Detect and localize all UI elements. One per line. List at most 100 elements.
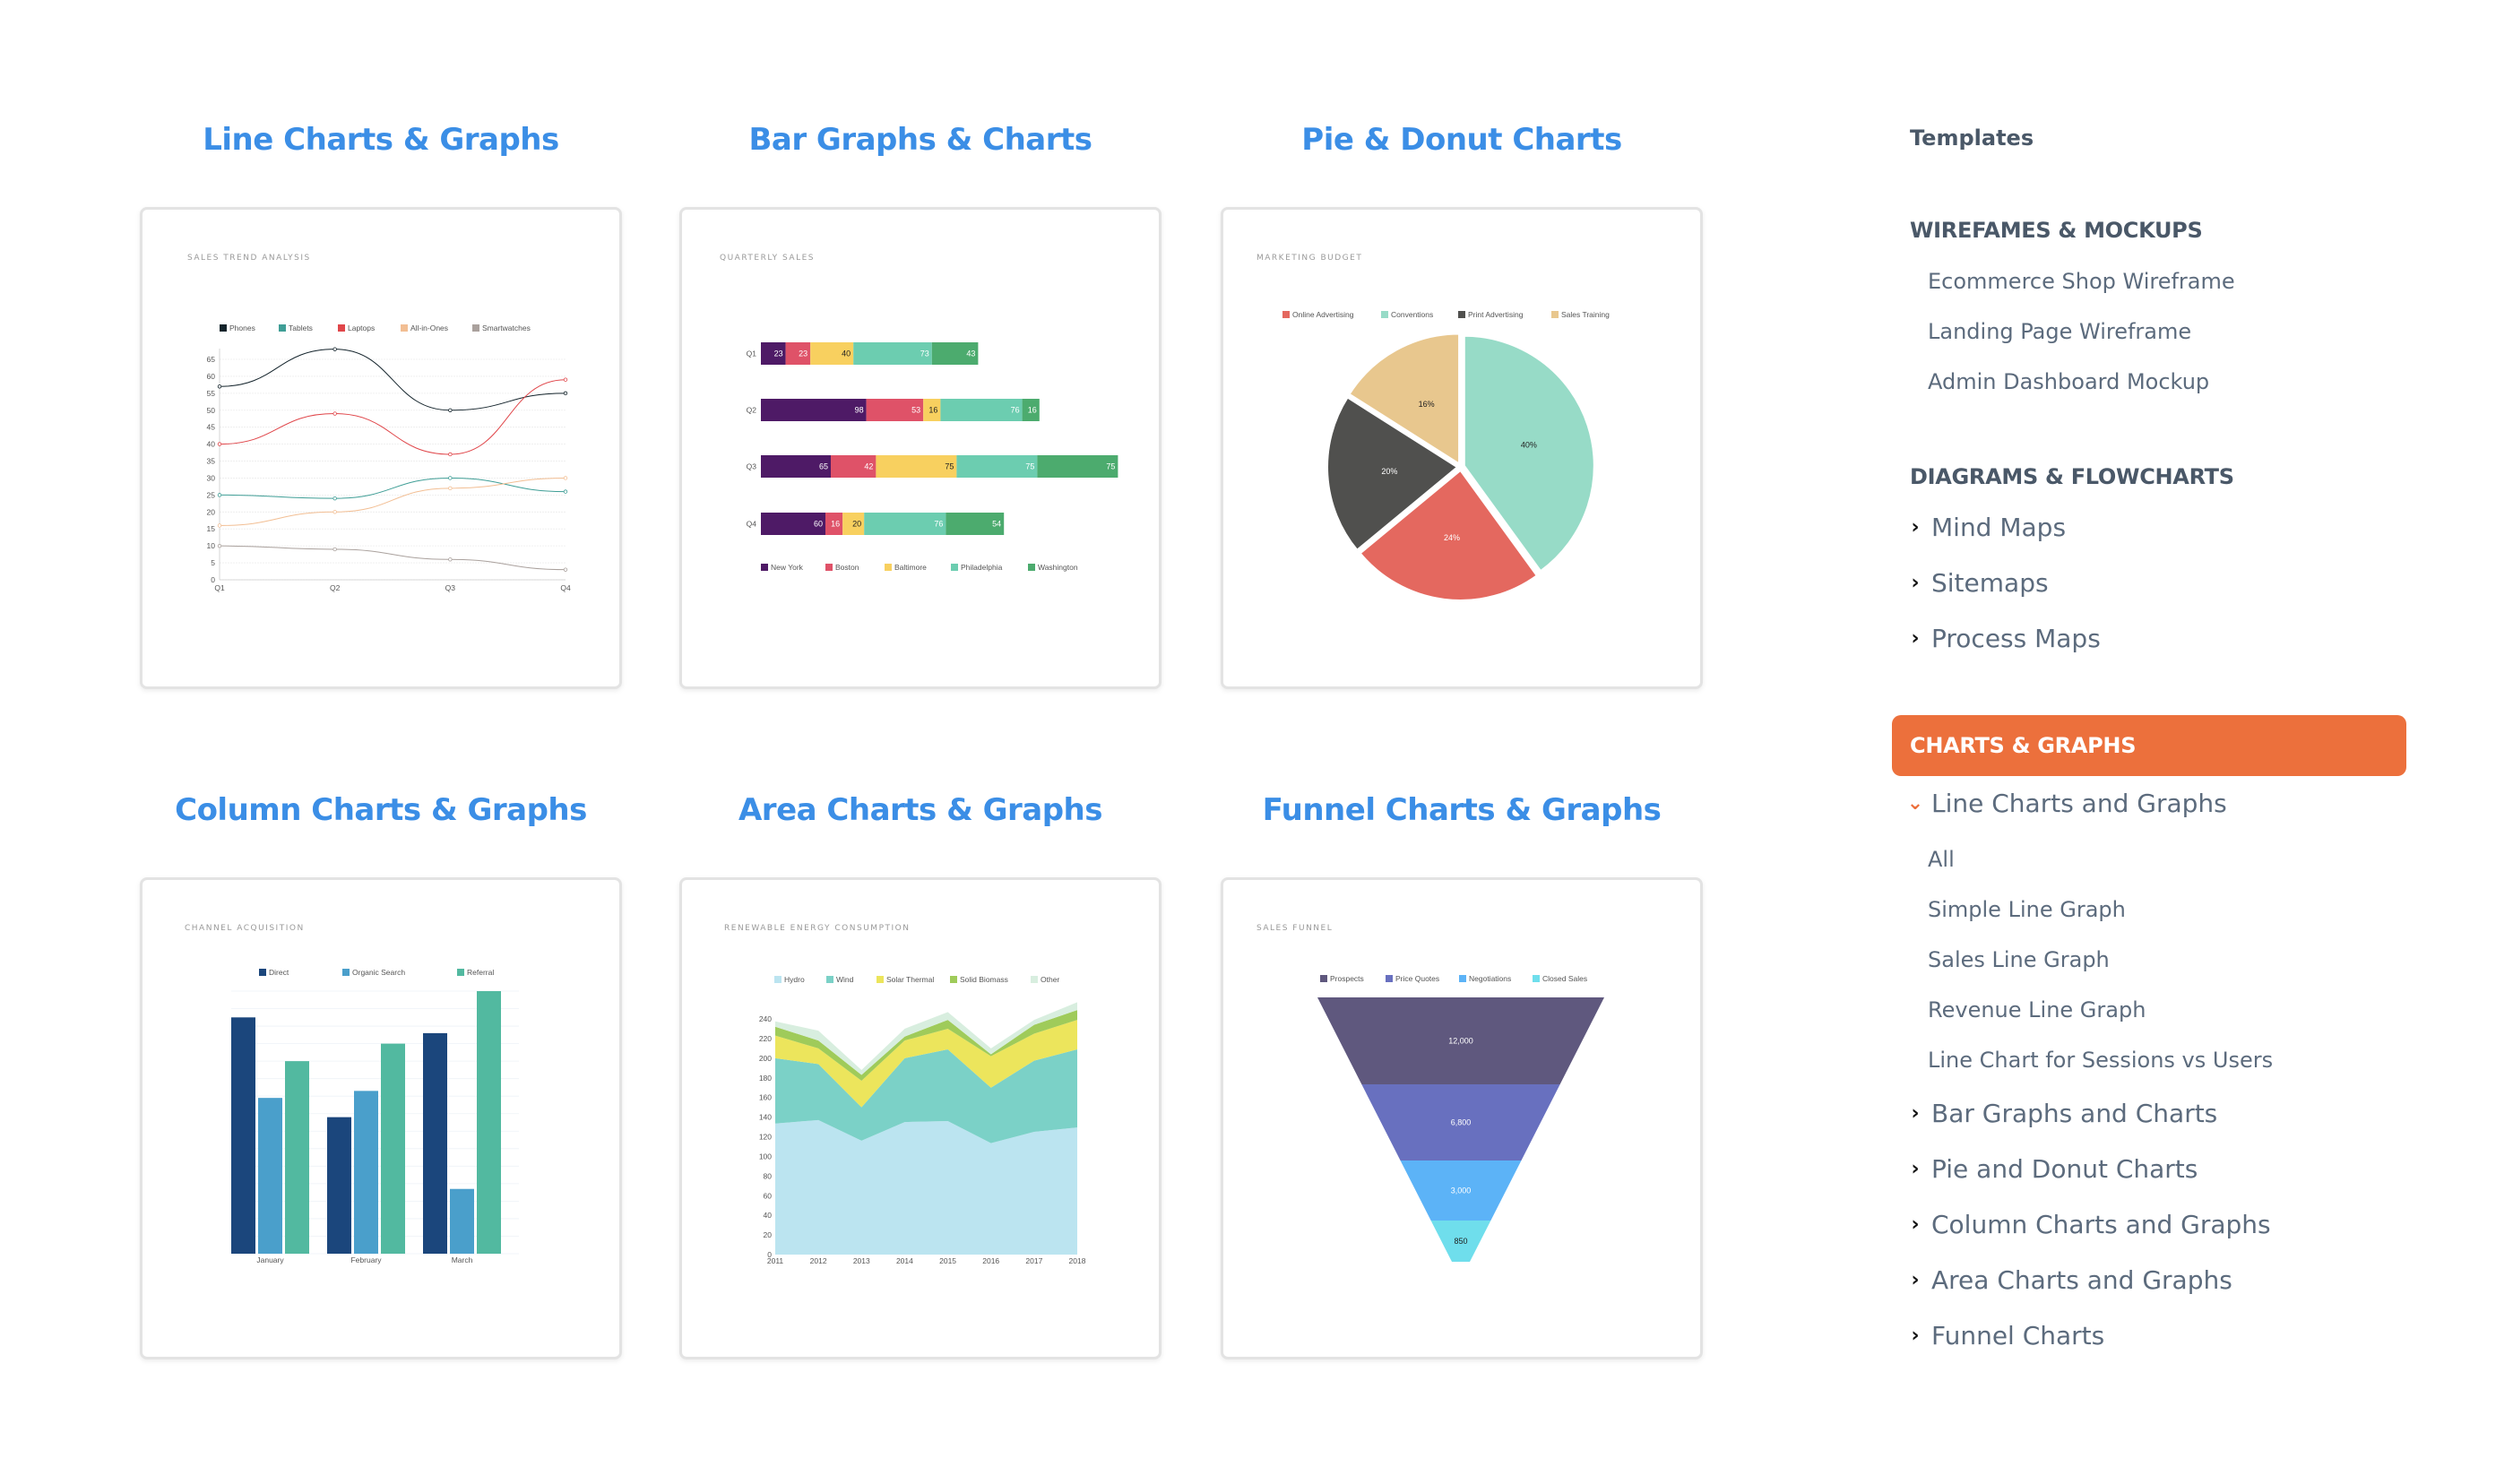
pie-slice-label: 40%: [1521, 440, 1537, 449]
y-tick-label: 65: [207, 355, 216, 364]
legend-label: Wind: [836, 975, 854, 984]
sidebar-item-process-maps[interactable]: › Process Maps: [1906, 624, 2100, 653]
bar-value-label: 76: [934, 520, 943, 529]
legend-label: Smartwatches: [482, 324, 531, 332]
data-point: [563, 377, 568, 382]
x-tick-label: February: [350, 1255, 382, 1264]
bar-chart-card[interactable]: QUARTERLY SALES Q1 23 23 40 73 43 Q2 98 53 16 76 16 Q…: [679, 207, 1162, 689]
legend-label: Hydro: [784, 975, 805, 984]
data-point: [448, 557, 453, 562]
legend-swatch: [1320, 975, 1327, 982]
sidebar-item-label: Mind Maps: [1931, 513, 2067, 542]
funnel-chart-card[interactable]: SALES FUNNEL Prospects Price Quotes Negotia…: [1221, 877, 1703, 1359]
funnel-stage-label: 6,800: [1451, 1118, 1472, 1127]
column-chart: CHANNEL ACQUISITION Direct Organic Search R…: [185, 924, 519, 1264]
section-heading-area[interactable]: Area Charts & Graphs: [679, 792, 1162, 828]
bar-chart: QUARTERLY SALES Q1 23 23 40 73 43 Q2 98 53 16 76 16 Q…: [720, 254, 1118, 572]
bar-value-label: 40: [842, 349, 851, 358]
legend-swatch: [951, 564, 958, 571]
x-tick-label: 2016: [982, 1256, 999, 1265]
area-chart-card[interactable]: RENEWABLE ENERGY CONSUMPTION Hydro Wind Sol…: [679, 877, 1162, 1359]
series-line: [219, 349, 566, 411]
y-tick-label: 160: [759, 1093, 772, 1102]
chevron-down-icon: ⌄: [1906, 792, 1924, 815]
sidebar-subitem-all[interactable]: All: [1928, 847, 1955, 872]
pie-chart-card[interactable]: MARKETING BUDGET Online Advertising Conven…: [1221, 207, 1703, 689]
data-point: [563, 391, 568, 396]
sidebar-item-funnel-charts[interactable]: › Funnel Charts: [1906, 1321, 2104, 1350]
legend-swatch: [220, 324, 227, 332]
legend-label: Sales Training: [1561, 310, 1610, 319]
y-tick-label: 5: [211, 558, 215, 567]
section-heading-pie[interactable]: Pie & Donut Charts: [1221, 122, 1703, 158]
legend-label: Print Advertising: [1468, 310, 1524, 319]
sidebar-item-line-charts[interactable]: ⌄ Line Charts and Graphs: [1906, 789, 2227, 818]
sidebar-item-column-charts[interactable]: › Column Charts and Graphs: [1906, 1210, 2270, 1239]
chart-title: SALES TREND ANALYSIS: [187, 254, 311, 263]
sidebar-group-heading-diagrams[interactable]: DIAGRAMS & FLOWCHARTS: [1910, 464, 2234, 489]
sidebar-item-sitemaps[interactable]: › Sitemaps: [1906, 568, 2048, 598]
section-heading-funnel[interactable]: Funnel Charts & Graphs: [1221, 792, 1703, 828]
bar-value-label: 16: [831, 520, 840, 529]
sidebar-subitem-simple-line[interactable]: Simple Line Graph: [1928, 897, 2126, 922]
legend-swatch: [1551, 311, 1559, 318]
legend-label: Price Quotes: [1395, 974, 1439, 983]
y-tick-label: 240: [759, 1014, 772, 1023]
x-tick-label: 2014: [896, 1256, 913, 1265]
section-heading-bar[interactable]: Bar Graphs & Charts: [679, 122, 1162, 158]
y-tick-label: 20: [207, 507, 216, 516]
data-point: [332, 510, 337, 514]
bar-segment: [761, 399, 867, 421]
category-label: Q4: [747, 520, 757, 529]
line-chart-card[interactable]: SALES TREND ANALYSIS Phones Tablets Laptops…: [140, 207, 622, 689]
sidebar-item-pie-donut[interactable]: › Pie and Donut Charts: [1906, 1154, 2198, 1184]
area-chart: RENEWABLE ENERGY CONSUMPTION Hydro Wind Sol…: [724, 924, 1086, 1265]
sidebar: Templates WIREFAMES & MOCKUPS Ecommerce …: [1892, 0, 2412, 1484]
chart-title: QUARTERLY SALES: [720, 254, 815, 263]
x-tick-label: Q4: [560, 583, 571, 592]
bar-value-label: 76: [1011, 406, 1020, 415]
sidebar-item-landing-wireframe[interactable]: Landing Page Wireframe: [1928, 319, 2191, 344]
y-tick-label: 40: [207, 440, 216, 449]
bar-value-label: 43: [966, 349, 975, 358]
sidebar-item-label: Bar Graphs and Charts: [1931, 1099, 2218, 1128]
sidebar-item-ecommerce-wireframe[interactable]: Ecommerce Shop Wireframe: [1928, 269, 2235, 294]
x-tick-label: January: [256, 1255, 284, 1264]
y-tick-label: 45: [207, 423, 216, 432]
bar-value-label: 60: [814, 520, 823, 529]
bar-value-label: 53: [911, 406, 920, 415]
legend-swatch: [1533, 975, 1540, 982]
funnel-stage-label: 850: [1454, 1237, 1467, 1246]
sidebar-group-heading-wireframes[interactable]: WIREFAMES & MOCKUPS: [1910, 218, 2203, 243]
column-bar: [258, 1098, 282, 1254]
y-tick-label: 200: [759, 1054, 772, 1063]
pie-chart: MARKETING BUDGET Online Advertising Conven…: [1256, 254, 1610, 601]
sidebar-item-bar-graphs[interactable]: › Bar Graphs and Charts: [1906, 1099, 2217, 1128]
legend-swatch: [1381, 311, 1388, 318]
data-point: [563, 476, 568, 480]
section-heading-line[interactable]: Line Charts & Graphs: [140, 122, 622, 158]
sidebar-subitem-sessions-users[interactable]: Line Chart for Sessions vs Users: [1928, 1048, 2273, 1073]
sidebar-subitem-sales-line[interactable]: Sales Line Graph: [1928, 947, 2110, 972]
chevron-right-icon: ›: [1911, 1102, 1920, 1125]
chevron-right-icon: ›: [1911, 516, 1920, 539]
sidebar-item-area-charts[interactable]: › Area Charts and Graphs: [1906, 1265, 2232, 1295]
sidebar-subitem-revenue-line[interactable]: Revenue Line Graph: [1928, 997, 2146, 1022]
y-tick-label: 120: [759, 1133, 772, 1142]
pie-slice-label: 16%: [1419, 400, 1435, 409]
column-bar: [354, 1091, 378, 1254]
x-tick-label: 2017: [1025, 1256, 1042, 1265]
x-tick-label: 2015: [939, 1256, 956, 1265]
legend-label: Online Advertising: [1292, 310, 1354, 319]
legend-label: Closed Sales: [1542, 974, 1587, 983]
section-heading-column[interactable]: Column Charts & Graphs: [140, 792, 622, 828]
funnel-stage-label: 3,000: [1451, 1186, 1472, 1195]
bar-value-label: 54: [992, 520, 1001, 529]
column-chart-card[interactable]: CHANNEL ACQUISITION Direct Organic Search R…: [140, 877, 622, 1359]
column-bar: [327, 1117, 351, 1254]
x-tick-label: Q2: [330, 583, 341, 592]
sidebar-item-mind-maps[interactable]: › Mind Maps: [1906, 513, 2066, 542]
legend-swatch: [877, 976, 884, 983]
sidebar-category-charts-graphs[interactable]: CHARTS & GRAPHS: [1892, 715, 2406, 776]
sidebar-item-admin-mockup[interactable]: Admin Dashboard Mockup: [1928, 369, 2209, 394]
